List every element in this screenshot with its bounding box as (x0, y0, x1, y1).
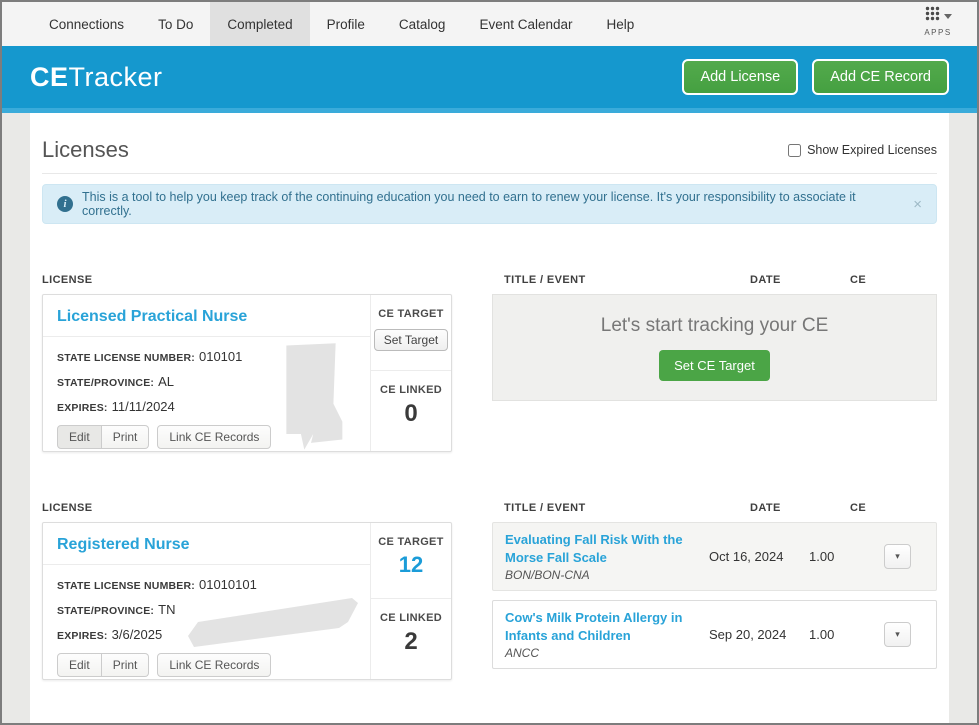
apps-menu-label: APPS (924, 28, 952, 37)
apps-grid-icon (925, 6, 940, 26)
state-province-label: STATE/PROVINCE: (57, 605, 155, 617)
show-expired-licenses-checkbox[interactable] (788, 143, 802, 157)
state-license-number-value: 010101 (198, 349, 243, 364)
apps-menu-button[interactable]: APPS (915, 6, 961, 37)
license-card-rn: Registered Nurse STATE LICENSE NUMBER: 01… (42, 522, 452, 680)
state-province-value: TN (158, 602, 176, 617)
nav-item-todo[interactable]: To Do (141, 2, 210, 46)
ce-table-header: TITLE / EVENT DATE CE (492, 274, 937, 288)
ce-target-count: 12 (398, 552, 424, 577)
ce-tracker-logo: CETracker (30, 62, 163, 93)
record-actions-dropdown-button[interactable]: ▾ (884, 544, 911, 570)
ce-target-label: CE TARGET (378, 536, 444, 548)
info-icon: i (57, 196, 73, 212)
ce-record-title-link[interactable]: Cow's Milk Protein Allergy in Infants an… (505, 609, 701, 644)
link-ce-records-button[interactable]: Link CE Records (157, 425, 272, 449)
show-expired-licenses-label: Show Expired Licenses (807, 143, 937, 157)
content-panel: Licenses Show Expired Licenses i This is… (30, 113, 949, 723)
license-row-1: LICENSE Licensed Practical Nurse STATE L… (42, 274, 937, 452)
chevron-down-icon (943, 13, 952, 19)
logo-ce: CE (30, 61, 69, 92)
nav-item-profile[interactable]: Profile (310, 2, 382, 46)
ce-linked-label: CE LINKED (380, 384, 442, 396)
ce-record-credits: 1.00 (809, 549, 835, 565)
add-ce-record-button[interactable]: Add CE Record (812, 59, 949, 95)
set-target-button[interactable]: Set Target (373, 329, 449, 351)
expires-label: EXPIRES: (57, 402, 108, 414)
print-button[interactable]: Print (101, 653, 150, 677)
state-province-label: STATE/PROVINCE: (57, 377, 155, 389)
expires-value: 11/11/2024 (111, 399, 175, 414)
ce-table-header: TITLE / EVENT DATE CE (492, 502, 937, 516)
license-section-label: LICENSE (42, 274, 93, 286)
ce-empty-state: Let's start tracking your CE Set CE Targ… (492, 294, 937, 401)
caret-down-icon: ▾ (895, 551, 900, 562)
state-license-number-value: 01010101 (198, 577, 257, 592)
ce-linked-count: 2 (404, 628, 418, 655)
empty-state-message: Let's start tracking your CE (600, 314, 829, 336)
info-banner-text: This is a tool to help you keep track of… (82, 190, 856, 218)
ce-target-label: CE TARGET (378, 308, 444, 320)
ce-record-row: Cow's Milk Protein Allergy in Infants an… (492, 600, 937, 670)
ce-linked-label: CE LINKED (380, 612, 442, 624)
title-divider (42, 173, 937, 174)
state-license-number-label: STATE LICENSE NUMBER: (57, 580, 195, 592)
license-card-lpn: Licensed Practical Nurse STATE LICENSE N… (42, 294, 452, 452)
ce-column-header: CE (850, 274, 867, 286)
link-ce-records-button[interactable]: Link CE Records (157, 653, 272, 677)
title-event-column-header: TITLE / EVENT (504, 274, 586, 286)
ce-record-date: Oct 16, 2024 (709, 549, 784, 565)
license-section-label: LICENSE (42, 502, 93, 514)
top-navigation: Connections To Do Completed Profile Cata… (2, 2, 977, 46)
info-banner: i This is a tool to help you keep track … (42, 184, 937, 224)
ce-record-date: Sep 20, 2024 (709, 627, 787, 643)
expires-label: EXPIRES: (57, 630, 108, 642)
ce-record-title-link[interactable]: Evaluating Fall Risk With the Morse Fall… (505, 531, 701, 566)
license-name-link[interactable]: Registered Nurse (57, 536, 190, 553)
ce-record-credits: 1.00 (809, 627, 835, 643)
caret-down-icon: ▾ (895, 629, 900, 640)
ce-linked-count: 0 (404, 400, 418, 427)
edit-button[interactable]: Edit (57, 653, 102, 677)
close-icon[interactable]: × (903, 196, 922, 213)
page-title: Licenses (42, 137, 129, 162)
ce-record-provider: BON/BON-CNA (505, 568, 590, 583)
add-license-button[interactable]: Add License (682, 59, 799, 95)
print-button[interactable]: Print (101, 425, 150, 449)
edit-button[interactable]: Edit (57, 425, 102, 449)
date-column-header: DATE (750, 502, 781, 514)
brand-header: CETracker Add License Add CE Record (2, 46, 977, 108)
nav-item-connections[interactable]: Connections (32, 2, 141, 46)
set-ce-target-button[interactable]: Set CE Target (659, 349, 770, 381)
nav-item-catalog[interactable]: Catalog (382, 2, 463, 46)
nav-item-event-calendar[interactable]: Event Calendar (462, 2, 589, 46)
main-area: Licenses Show Expired Licenses i This is… (2, 113, 977, 723)
app-window: Connections To Do Completed Profile Cata… (0, 0, 979, 725)
state-license-number-label: STATE LICENSE NUMBER: (57, 352, 195, 364)
title-event-column-header: TITLE / EVENT (504, 502, 586, 514)
state-province-value: AL (158, 374, 175, 389)
logo-tracker: Tracker (68, 61, 163, 92)
license-name-link[interactable]: Licensed Practical Nurse (57, 308, 247, 325)
expires-value: 3/6/2025 (111, 627, 163, 642)
ce-column-header: CE (850, 502, 867, 514)
nav-item-completed[interactable]: Completed (210, 2, 310, 46)
record-actions-dropdown-button[interactable]: ▾ (884, 622, 911, 648)
date-column-header: DATE (750, 274, 781, 286)
ce-record-row: Evaluating Fall Risk With the Morse Fall… (492, 522, 937, 592)
ce-record-provider: ANCC (505, 646, 540, 661)
license-row-2: LICENSE Registered Nurse STATE LICENSE N… (42, 502, 937, 680)
nav-item-help[interactable]: Help (590, 2, 652, 46)
show-expired-licenses-control[interactable]: Show Expired Licenses (788, 143, 937, 157)
